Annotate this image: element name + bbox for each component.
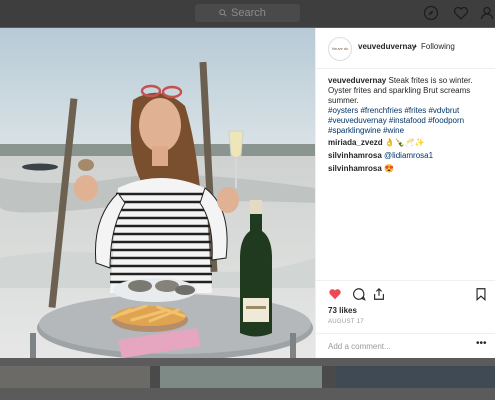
like-heart-icon[interactable]	[328, 287, 342, 301]
feed-thumbnail	[336, 366, 495, 388]
search-icon	[219, 4, 227, 23]
feed-thumbnail	[0, 366, 150, 388]
post-actions: 73 likes AUGUST 17 Add a comment... •••	[316, 280, 495, 359]
bookmark-icon[interactable]	[474, 287, 488, 301]
top-navigation-bar: Search	[0, 0, 495, 27]
comment-text: 👌🍾🥂✨	[382, 138, 425, 147]
heart-icon[interactable]	[453, 5, 469, 21]
post-header: Veuve du Vernay veuveduvernay • Followin…	[316, 28, 495, 69]
search-placeholder: Search	[231, 7, 266, 19]
more-options-icon[interactable]: •••	[476, 338, 487, 349]
avatar[interactable]: Veuve du Vernay	[328, 37, 352, 61]
comment-username[interactable]: silvinhamrosa	[328, 151, 382, 160]
add-comment-placeholder: Add a comment...	[328, 342, 391, 351]
add-comment-field[interactable]: Add a comment... •••	[316, 333, 495, 360]
following-button[interactable]: Following	[421, 42, 455, 51]
likes-count[interactable]: 73 likes	[328, 306, 357, 315]
header-username[interactable]: veuveduvernay	[358, 42, 416, 51]
search-input[interactable]: Search	[195, 4, 300, 22]
post-modal: Veuve du Vernay veuveduvernay • Followin…	[0, 28, 495, 358]
comment-icon[interactable]	[352, 287, 366, 301]
caption-hashtags[interactable]: #oysters #frenchfries #frites #vdvbrut #…	[328, 106, 488, 136]
post-caption: veuveduvernay Steak frites is so winter.…	[328, 76, 488, 136]
comment-username[interactable]: silvinhamrosa	[328, 164, 382, 173]
comment-text[interactable]: @lidiamrosa1	[382, 151, 433, 160]
separator-dot: •	[414, 42, 417, 51]
comment-item: silvinhamrosa @lidiamrosa1	[328, 151, 488, 161]
caption-username[interactable]: veuveduvernay	[328, 76, 386, 85]
post-photo[interactable]	[0, 28, 315, 358]
profile-icon[interactable]	[479, 5, 495, 21]
comment-text: 😍	[381, 164, 394, 173]
post-date: AUGUST 17	[328, 319, 364, 325]
comment-username[interactable]: miriada_zvezd	[328, 138, 383, 147]
share-icon[interactable]	[372, 287, 386, 301]
comment-item: miriada_zvezd 👌🍾🥂✨	[328, 138, 488, 148]
compass-icon[interactable]	[423, 5, 439, 21]
feed-thumbnail	[160, 366, 322, 388]
comment-item: silvinhamrosa 😍	[328, 164, 488, 174]
post-side-panel: Veuve du Vernay veuveduvernay • Followin…	[315, 28, 495, 358]
